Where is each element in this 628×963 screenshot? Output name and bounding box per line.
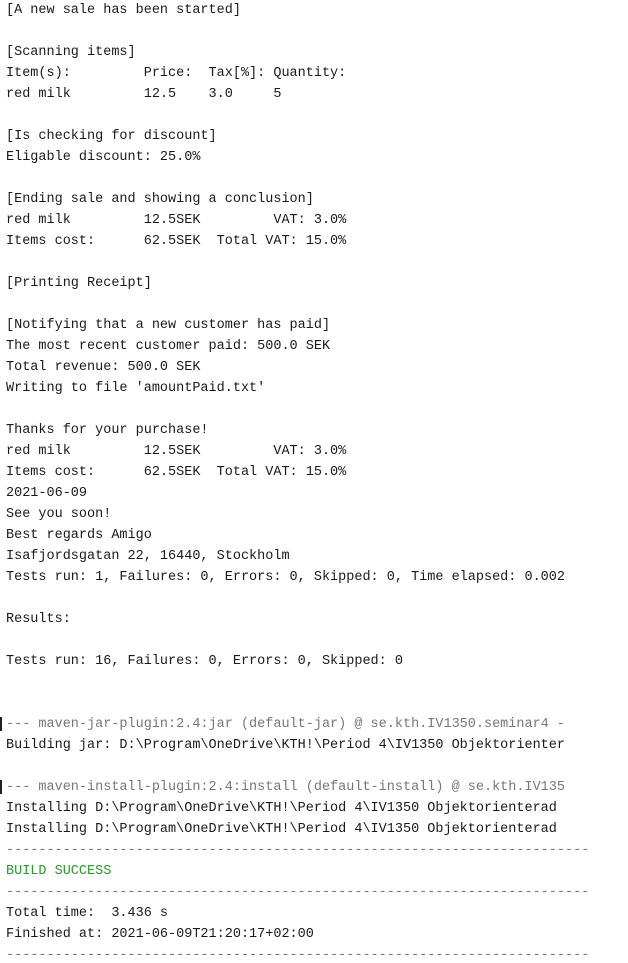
conclusion-item-line: red milk 12.5SEK VAT: 3.0% [6, 213, 347, 228]
discount-value-line: Eligable discount: 25.0% [6, 150, 201, 165]
sale-started-line: [A new sale has been started] [6, 3, 241, 18]
receipt-cost-line: Items cost: 62.5SEK Total VAT: 15.0% [6, 465, 347, 480]
building-jar-line: Building jar: D:\Program\OneDrive\KTH!\P… [6, 738, 565, 753]
installing-line: Installing D:\Program\OneDrive\KTH!\Peri… [6, 801, 557, 816]
tests-run-line: Tests run: 1, Failures: 0, Errors: 0, Sk… [6, 570, 565, 585]
install-plugin-header: --- maven-install-plugin:2.4:install (de… [6, 780, 565, 795]
console-output: [A new sale has been started] [Scanning … [0, 0, 628, 963]
scanning-items-line: [Scanning items] [6, 45, 136, 60]
fold-marker[interactable] [0, 717, 2, 731]
receipt-item-line: red milk 12.5SEK VAT: 3.0% [6, 444, 347, 459]
notify-paid-line: [Notifying that a new customer has paid] [6, 318, 331, 333]
ending-sale-line: [Ending sale and showing a conclusion] [6, 192, 314, 207]
separator-line: ----------------------------------------… [6, 885, 590, 900]
installing-line: Installing D:\Program\OneDrive\KTH!\Peri… [6, 822, 557, 837]
printing-receipt-line: [Printing Receipt] [6, 276, 152, 291]
conclusion-cost-line: Items cost: 62.5SEK Total VAT: 15.0% [6, 234, 347, 249]
writing-file-line: Writing to file 'amountPaid.txt' [6, 381, 266, 396]
jar-plugin-header: --- maven-jar-plugin:2.4:jar (default-ja… [6, 717, 565, 732]
total-time-line: Total time: 3.436 s [6, 906, 169, 921]
fold-marker[interactable] [0, 780, 2, 794]
regards-line: Best regards Amigo [6, 528, 152, 543]
items-header-line: Item(s): Price: Tax[%]: Quantity: [6, 66, 347, 81]
tests-summary-line: Tests run: 16, Failures: 0, Errors: 0, S… [6, 654, 403, 669]
separator-line: ----------------------------------------… [6, 948, 590, 963]
total-revenue-line: Total revenue: 500.0 SEK [6, 360, 201, 375]
see-you-line: See you soon! [6, 507, 112, 522]
separator-line: ----------------------------------------… [6, 843, 590, 858]
results-line: Results: [6, 612, 71, 627]
finished-at-line: Finished at: 2021-06-09T21:20:17+02:00 [6, 927, 314, 942]
build-success-line: BUILD SUCCESS [6, 864, 112, 879]
customer-paid-line: The most recent customer paid: 500.0 SEK [6, 339, 331, 354]
thanks-line: Thanks for your purchase! [6, 423, 209, 438]
item-row-line: red milk 12.5 3.0 5 [6, 87, 282, 102]
address-line: Isafjordsgatan 22, 16440, Stockholm [6, 549, 290, 564]
receipt-date-line: 2021-06-09 [6, 486, 88, 501]
discount-check-line: [Is checking for discount] [6, 129, 217, 144]
